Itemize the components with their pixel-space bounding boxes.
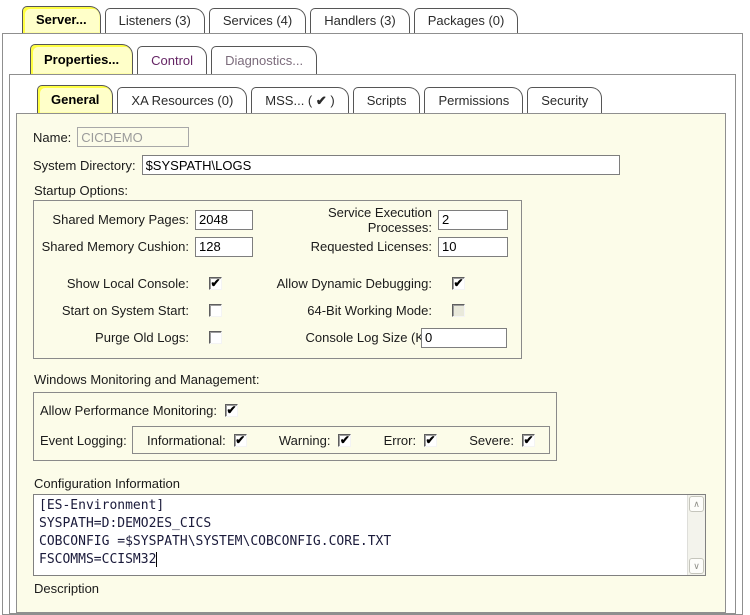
- startup-row-3: Show Local Console: ✔ Allow Dynamic Debu…: [34, 270, 521, 297]
- mss-label-suffix: ): [327, 93, 335, 108]
- tab-server[interactable]: Server...: [22, 6, 101, 33]
- name-row: Name:: [33, 127, 709, 147]
- mss-label-prefix: MSS... (: [265, 93, 316, 108]
- 64-bit-working-mode-checkbox: [452, 304, 465, 317]
- tab-control[interactable]: Control: [137, 46, 207, 74]
- allow-performance-monitoring-checkbox[interactable]: ✔: [225, 404, 238, 417]
- monitoring-group: Allow Performance Monitoring: ✔ Event Lo…: [33, 392, 557, 461]
- tab-scripts[interactable]: Scripts: [353, 87, 421, 113]
- startup-row-5: Purge Old Logs: Console Log Size (K):: [34, 324, 521, 351]
- system-directory-input[interactable]: [142, 155, 620, 175]
- error-checkbox[interactable]: ✔: [424, 434, 437, 447]
- properties-level-tab-bar: Properties... Control Diagnostics...: [3, 34, 742, 74]
- shared-memory-cushion-label: Shared Memory Cushion:: [34, 239, 189, 254]
- startup-row-4: Start on System Start: 64-Bit Working Mo…: [34, 297, 521, 324]
- server-level-tab-bar: Server... Listeners (3) Services (4) Han…: [0, 0, 750, 33]
- vertical-scrollbar[interactable]: ∧ ∨: [687, 495, 705, 575]
- informational-label: Informational:: [147, 433, 226, 448]
- system-directory-row: System Directory:: [33, 155, 709, 175]
- text-cursor: [156, 552, 157, 567]
- purge-old-logs-label: Purge Old Logs:: [34, 330, 189, 345]
- service-execution-processes-input[interactable]: [438, 210, 508, 230]
- shared-memory-pages-input[interactable]: [195, 210, 253, 230]
- name-input: [77, 127, 189, 147]
- configuration-text[interactable]: [ES-Environment] SYSPATH=D:DEMO2ES_CICS …: [34, 495, 705, 571]
- show-local-console-label: Show Local Console:: [34, 276, 189, 291]
- configuration-information-editor: [ES-Environment] SYSPATH=D:DEMO2ES_CICS …: [33, 494, 706, 576]
- startup-row-1: Shared Memory Pages: Service Execution P…: [34, 206, 521, 233]
- event-warning: Warning: ✔: [279, 433, 352, 448]
- 64-bit-working-mode-label: 64-Bit Working Mode:: [274, 303, 432, 318]
- service-execution-processes-label: Service Execution Processes:: [274, 205, 432, 235]
- configuration-information-label: Configuration Information: [34, 476, 709, 491]
- tab-general[interactable]: General: [37, 85, 113, 113]
- warning-checkbox[interactable]: ✔: [338, 434, 351, 447]
- event-informational: Informational: ✔: [147, 433, 247, 448]
- startup-options-title: Startup Options:: [34, 183, 709, 198]
- start-on-system-start-checkbox[interactable]: [209, 304, 222, 317]
- monitoring-title: Windows Monitoring and Management:: [34, 372, 709, 387]
- scrollbar-down-icon[interactable]: ∨: [689, 558, 704, 574]
- check-icon: ✔: [316, 93, 327, 108]
- informational-checkbox[interactable]: ✔: [234, 434, 247, 447]
- tab-services[interactable]: Services (4): [209, 8, 306, 33]
- severe-label: Severe:: [469, 433, 514, 448]
- requested-licenses-label: Requested Licenses:: [274, 239, 432, 254]
- tab-diagnostics[interactable]: Diagnostics...: [211, 46, 317, 74]
- event-logging-label: Event Logging:: [40, 433, 132, 448]
- scrollbar-up-icon[interactable]: ∧: [689, 496, 704, 512]
- show-local-console-checkbox[interactable]: ✔: [209, 277, 222, 290]
- requested-licenses-input[interactable]: [438, 237, 508, 257]
- start-on-system-start-label: Start on System Start:: [34, 303, 189, 318]
- allow-dynamic-debugging-checkbox[interactable]: ✔: [452, 277, 465, 290]
- tab-mss[interactable]: MSS... ( ✔ ): [251, 87, 348, 113]
- purge-old-logs-checkbox[interactable]: [209, 331, 222, 344]
- tab-properties[interactable]: Properties...: [30, 44, 133, 74]
- warning-label: Warning:: [279, 433, 331, 448]
- properties-panel: General XA Resources (0) MSS... ( ✔ ) Sc…: [9, 74, 736, 614]
- allow-dynamic-debugging-label: Allow Dynamic Debugging:: [274, 276, 432, 291]
- tab-packages[interactable]: Packages (0): [414, 8, 519, 33]
- error-label: Error:: [384, 433, 417, 448]
- startup-options-group: Shared Memory Pages: Service Execution P…: [33, 200, 522, 359]
- server-panel: Properties... Control Diagnostics... Gen…: [2, 33, 743, 615]
- shared-memory-cushion-input[interactable]: [195, 237, 253, 257]
- tab-xa-resources[interactable]: XA Resources (0): [117, 87, 247, 113]
- name-label: Name:: [33, 130, 71, 145]
- tab-security[interactable]: Security: [527, 87, 602, 113]
- event-logging-group: Informational: ✔ Warning: ✔ Error: ✔ S: [132, 426, 550, 454]
- console-log-size-input[interactable]: [421, 328, 507, 348]
- severe-checkbox[interactable]: ✔: [522, 434, 535, 447]
- general-level-tab-bar: General XA Resources (0) MSS... ( ✔ ) Sc…: [10, 75, 735, 113]
- shared-memory-pages-label: Shared Memory Pages:: [34, 212, 189, 227]
- event-severe: Severe: ✔: [469, 433, 535, 448]
- description-label: Description: [34, 581, 709, 596]
- tab-listeners[interactable]: Listeners (3): [105, 8, 205, 33]
- allow-performance-monitoring-label: Allow Performance Monitoring:: [40, 403, 217, 418]
- startup-row-2: Shared Memory Cushion: Requested License…: [34, 233, 521, 260]
- general-tab-content: Name: System Directory: Startup Options:…: [16, 113, 726, 613]
- tab-handlers[interactable]: Handlers (3): [310, 8, 410, 33]
- event-error: Error: ✔: [384, 433, 438, 448]
- event-logging-row: Event Logging: Informational: ✔ Warning:…: [40, 426, 550, 454]
- console-log-size-label: Console Log Size (K):: [274, 330, 432, 345]
- tab-permissions[interactable]: Permissions: [424, 87, 523, 113]
- system-directory-label: System Directory:: [33, 158, 136, 173]
- performance-monitoring-row: Allow Performance Monitoring: ✔: [40, 398, 550, 422]
